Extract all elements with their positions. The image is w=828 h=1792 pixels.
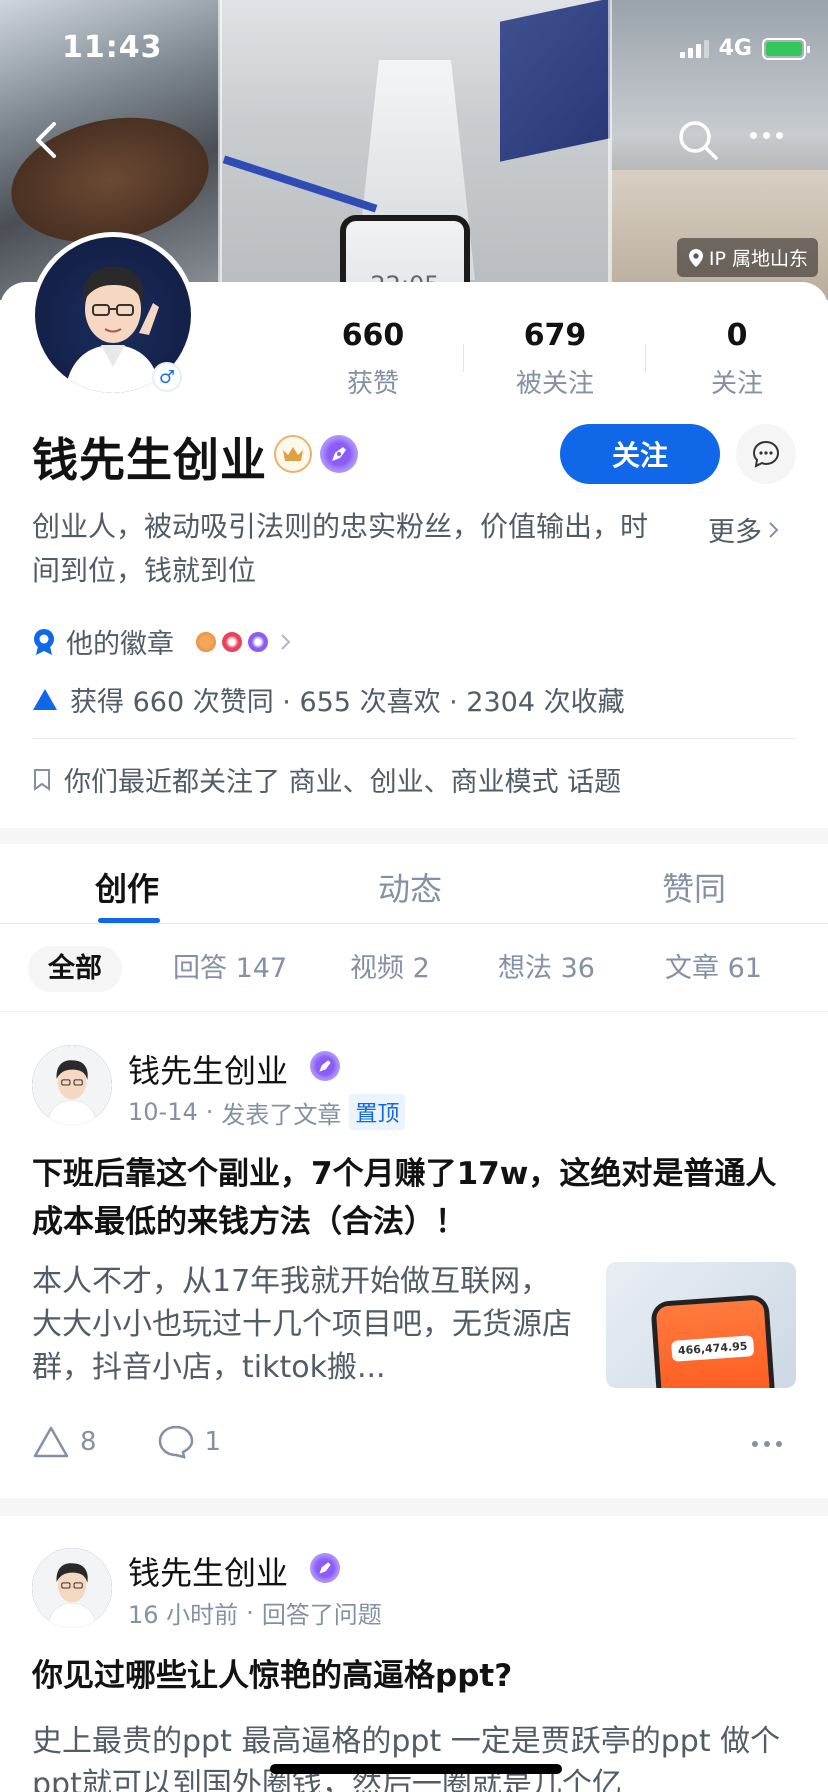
tab-upvotes[interactable]: 赞同 [662, 864, 726, 910]
comment-button[interactable]: 1 [157, 1424, 222, 1460]
back-button[interactable] [30, 118, 66, 162]
stat-value: 0 [726, 318, 748, 353]
badges-label: 他的徽章 [66, 629, 174, 660]
message-button[interactable] [736, 424, 796, 484]
upvote-triangle-icon [33, 1426, 69, 1458]
crown-badge-icon[interactable] [274, 435, 312, 473]
chat-bubble-icon [752, 440, 780, 468]
likes-summary-row: 获得 660 次赞同 · 655 次喜欢 · 2304 次收藏 [32, 680, 625, 719]
follow-button[interactable]: 关注 [560, 424, 720, 484]
stat-following[interactable]: 0 关注 [646, 318, 828, 400]
upvote-count: 8 [80, 1427, 97, 1457]
post-author[interactable]: 钱先生创业 [128, 1548, 288, 1594]
medal-icon [34, 628, 54, 655]
post-title[interactable]: 下班后靠这个副业，7个月赚了17w，这绝对是普通人成本最低的来钱方法（合法）！ [32, 1150, 796, 1246]
upvote-triangle-icon [33, 688, 57, 710]
creator-badge-icon [310, 1051, 340, 1081]
avatar-illustration [32, 1045, 112, 1125]
profile-name: 钱先生创业 [32, 433, 267, 487]
bio-more-link[interactable]: 更多 [708, 510, 780, 549]
post-date: 16 小时前 [128, 1601, 239, 1629]
post-excerpt[interactable]: 本人不才，从17年我就开始做互联网，大大小小也玩过十几个项目吧，无货源店群，抖音… [32, 1260, 572, 1390]
search-button[interactable] [676, 118, 720, 162]
more-options-button[interactable] [750, 132, 783, 139]
post-author[interactable]: 钱先生创业 [128, 1046, 288, 1092]
profile-bio: 创业人，被动吸引法则的忠实粉丝，价值输出，时间到位，钱就到位 [32, 510, 649, 587]
location-pin-icon [688, 248, 703, 267]
battery-icon [762, 37, 810, 60]
stat-value: 660 [341, 318, 405, 353]
post-date: 10-14 [128, 1098, 198, 1126]
badges-row[interactable]: 他的徽章 [32, 622, 292, 661]
pinned-tag: 置顶 [349, 1094, 406, 1130]
chip-answers[interactable]: 回答 147 [173, 946, 287, 992]
avatar-illustration [32, 1548, 112, 1628]
bookmark-icon [34, 768, 50, 791]
stat-likes[interactable]: 660 获赞 [282, 318, 464, 400]
status-time: 11:43 [62, 30, 163, 65]
tab-activity[interactable]: 动态 [378, 864, 442, 910]
stat-label: 获赞 [346, 369, 399, 399]
topics-summary-text: 你们最近都关注了 商业、创业、商业模式 话题 [64, 767, 622, 798]
upvote-button[interactable]: 8 [32, 1425, 97, 1459]
stat-label: 被关注 [515, 369, 594, 399]
ip-location-text: IP 属地山东 [708, 248, 808, 270]
common-topics-row[interactable]: 你们最近都关注了 商业、创业、商业模式 话题 [32, 760, 621, 799]
avatar[interactable] [32, 1045, 112, 1125]
creator-badge-icon[interactable] [320, 435, 358, 473]
post-more-button[interactable] [752, 1441, 782, 1447]
profile-stats: 660 获赞 679 被关注 0 关注 [282, 318, 828, 400]
post-thumbnail[interactable]: 466,474.95 [606, 1262, 796, 1388]
chevron-right-icon [281, 633, 291, 650]
cover-photo-hallway: 22:05 [220, 0, 610, 300]
thumb-amount: 466,474.95 [671, 1335, 755, 1362]
chip-all[interactable]: 全部 [28, 946, 122, 992]
stat-value: 679 [523, 318, 587, 353]
avatar[interactable] [32, 1548, 112, 1628]
chip-thoughts[interactable]: 想法 36 [498, 946, 595, 992]
profile-tabs: 创作 动态 赞同 [0, 844, 828, 924]
status-indicators: 4G [679, 36, 810, 61]
badge-thumbnails [194, 629, 270, 654]
comment-bubble-icon [158, 1425, 193, 1459]
ip-location-badge: IP 属地山东 [676, 238, 818, 277]
chip-videos[interactable]: 视频 2 [350, 946, 430, 992]
creator-badge-icon [310, 1553, 340, 1583]
signal-icon [679, 39, 709, 58]
search-icon [679, 121, 718, 160]
comment-count: 1 [204, 1427, 222, 1457]
chip-articles[interactable]: 文章 61 [665, 946, 762, 992]
stat-label: 关注 [710, 369, 763, 399]
more-label: 更多 [708, 517, 762, 548]
post-title[interactable]: 你见过哪些让人惊艳的高逼格ppt? [32, 1652, 796, 1700]
post-action: 回答了问题 [261, 1601, 382, 1629]
chevron-left-icon [36, 122, 56, 158]
post-actions: 8 1 [32, 1424, 281, 1460]
pen-nib-icon [319, 1060, 331, 1072]
post-action: 发表了文章 [221, 1100, 342, 1129]
pen-nib-icon [319, 1562, 331, 1574]
chevron-right-icon [769, 521, 779, 538]
home-indicator [270, 1764, 562, 1774]
network-type: 4G [718, 36, 752, 61]
crown-icon [283, 447, 303, 461]
stat-followers[interactable]: 679 被关注 [464, 318, 646, 400]
post-meta: 10-14 · 发表了文章 置顶 [128, 1094, 406, 1130]
pen-nib-icon [332, 447, 346, 461]
tab-creations[interactable]: 创作 [95, 864, 159, 910]
active-tab-indicator [98, 918, 160, 923]
male-gender-icon: ♂ [152, 362, 182, 392]
post-meta: 16 小时前 · 回答了问题 [128, 1595, 382, 1630]
post-excerpt[interactable]: 史上最贵的ppt 最高逼格的ppt 一定是贾跃亭的ppt 做个ppt就可以到国外… [32, 1720, 796, 1792]
content-filter-chips: 全部 回答 147 视频 2 想法 36 文章 61 [0, 924, 828, 1012]
likes-summary-text: 获得 660 次赞同 · 655 次喜欢 · 2304 次收藏 [70, 687, 625, 718]
